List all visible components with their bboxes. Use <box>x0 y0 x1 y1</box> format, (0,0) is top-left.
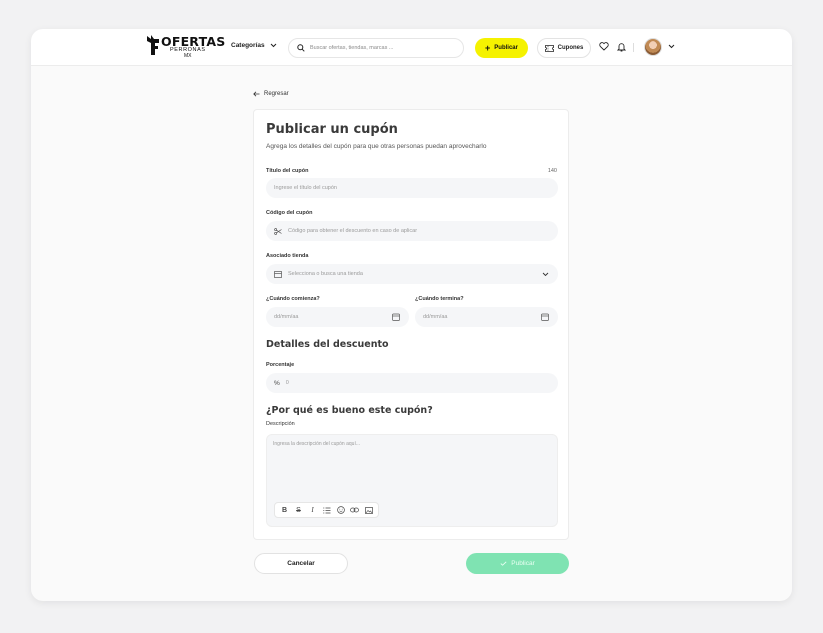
link-button[interactable] <box>349 504 360 516</box>
end-date-label: ¿Cuándo termina? <box>415 296 464 302</box>
strikethrough-button[interactable]: S <box>293 504 304 516</box>
back-link[interactable]: Regresar <box>253 91 289 97</box>
search-icon <box>297 44 305 52</box>
chevron-down-icon[interactable] <box>668 44 675 49</box>
cancel-button[interactable]: Cancelar <box>254 553 348 574</box>
char-counter: 140 <box>547 168 557 174</box>
bold-button[interactable]: B <box>279 504 290 516</box>
coupon-code-placeholder: Código para obtener el descuento en caso… <box>288 228 418 234</box>
categories-label: Categorías <box>231 42 265 49</box>
image-icon <box>364 506 373 514</box>
submit-label: Publicar <box>511 560 535 567</box>
store-icon <box>274 270 282 278</box>
page-title: Publicar un cupón <box>266 122 398 137</box>
coupon-title-label: Título del cupón <box>266 168 309 174</box>
ticket-icon <box>544 44 554 52</box>
start-date-label: ¿Cuándo comienza? <box>266 296 320 302</box>
plus-icon: + <box>485 42 491 53</box>
start-date-input[interactable]: dd/mm/aa <box>266 307 409 327</box>
coupon-form-card: Publicar un cupón Agrega los detalles de… <box>253 109 569 540</box>
description-textarea[interactable]: Ingresa la descripción del cupón aquí...… <box>266 434 558 527</box>
text-format-toolbar: B S I <box>274 502 379 518</box>
logo-country: MX <box>184 53 192 59</box>
avatar[interactable] <box>644 38 662 56</box>
scissors-icon <box>274 227 282 235</box>
cancel-label: Cancelar <box>287 560 315 567</box>
list-button[interactable] <box>321 504 332 516</box>
italic-button[interactable]: I <box>307 504 318 516</box>
coupon-title-placeholder: Ingrese el título del cupón <box>274 185 337 191</box>
store-placeholder: Selecciona o busca una tienda <box>288 271 363 277</box>
back-label: Regresar <box>264 91 289 97</box>
coupon-title-input[interactable]: Ingrese el título del cupón <box>266 178 558 198</box>
coupon-code-label: Código del cupón <box>266 210 313 216</box>
publish-button[interactable]: + Publicar <box>475 38 528 58</box>
start-date-placeholder: dd/mm/aa <box>274 314 299 320</box>
why-good-section-title: ¿Por qué es bueno este cupón? <box>266 405 433 416</box>
check-icon <box>500 561 507 566</box>
coupon-code-input[interactable]: Código para obtener el descuento en caso… <box>266 221 558 241</box>
top-navbar: OFERTAS PERRONAS MX Categorías Buscar of… <box>31 29 792 66</box>
link-icon <box>350 507 359 513</box>
divider <box>633 43 634 52</box>
image-button[interactable] <box>363 504 374 516</box>
chevron-down-icon <box>270 43 276 48</box>
percent-prefix: % <box>274 379 280 387</box>
list-icon <box>322 507 330 513</box>
bell-icon[interactable] <box>617 42 626 52</box>
search-input[interactable]: Buscar ofertas, tiendas, marcas ... <box>310 45 393 51</box>
search-bar[interactable]: Buscar ofertas, tiendas, marcas ... <box>288 38 464 58</box>
arrow-left-icon <box>253 91 260 97</box>
end-date-input[interactable]: dd/mm/aa <box>415 307 558 327</box>
heart-icon[interactable] <box>599 42 609 51</box>
percentage-label: Porcentaje <box>266 362 295 368</box>
page-subtitle: Agrega los detalles del cupón para que o… <box>266 143 487 150</box>
percentage-value: 0 <box>285 380 289 386</box>
percentage-input[interactable]: % 0 <box>266 373 558 393</box>
coupons-button[interactable]: Cupones <box>537 38 591 58</box>
app-window: OFERTAS PERRONAS MX Categorías Buscar of… <box>31 29 792 601</box>
emoji-icon <box>336 506 345 514</box>
emoji-button[interactable] <box>335 504 346 516</box>
site-logo[interactable]: OFERTAS PERRONAS MX <box>146 34 225 61</box>
publish-label: Publicar <box>494 45 518 51</box>
description-placeholder: Ingresa la descripción del cupón aquí... <box>273 441 360 447</box>
end-date-placeholder: dd/mm/aa <box>423 314 448 320</box>
logo-mark-icon <box>147 35 159 55</box>
store-label: Asociado tienda <box>266 253 309 259</box>
coupons-label: Cupones <box>557 45 584 51</box>
calendar-icon[interactable] <box>392 313 400 321</box>
categories-dropdown[interactable]: Categorías <box>231 42 277 49</box>
calendar-icon[interactable] <box>541 313 549 321</box>
description-label: Descripción <box>266 421 295 427</box>
submit-publish-button[interactable]: Publicar <box>466 553 569 574</box>
store-select[interactable]: Selecciona o busca una tienda <box>266 264 558 284</box>
chevron-down-icon <box>542 272 549 277</box>
discount-section-title: Detalles del descuento <box>266 339 389 350</box>
